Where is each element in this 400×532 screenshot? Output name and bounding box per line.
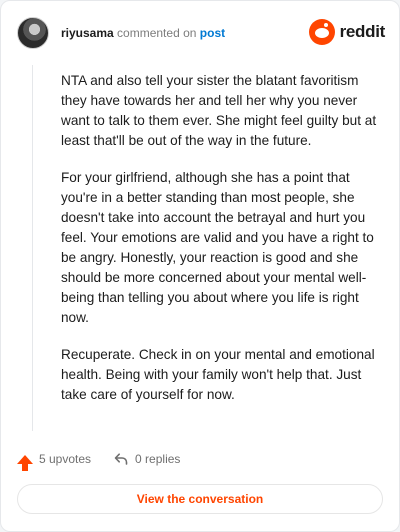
- avatar[interactable]: [17, 17, 49, 49]
- comment-paragraph: For your girlfriend, although she has a …: [61, 170, 374, 325]
- replies-action[interactable]: 0 replies: [113, 451, 180, 467]
- comment-body: NTA and also tell your sister the blatan…: [61, 71, 381, 421]
- reddit-brand[interactable]: reddit: [308, 19, 386, 45]
- reply-arrow-icon: [114, 453, 128, 465]
- upvotes-count: 5 upvotes: [39, 452, 92, 466]
- comment-paragraph: Recuperate. Check in on your mental and …: [61, 347, 375, 402]
- arrow-up-icon: [17, 454, 33, 471]
- thread-line: [32, 65, 33, 431]
- comment-card: riyusama commented on post reddit NTA an…: [0, 0, 400, 532]
- post-link[interactable]: post: [200, 26, 225, 40]
- comment-paragraph: NTA and also tell your sister the blatan…: [61, 73, 377, 148]
- upvotes-action[interactable]: 5 upvotes: [17, 452, 92, 471]
- username[interactable]: riyusama: [61, 26, 114, 40]
- view-conversation-button[interactable]: View the conversation: [17, 484, 383, 514]
- comment-meta: riyusama commented on post: [61, 26, 225, 40]
- brand-name: reddit: [339, 22, 386, 41]
- comment-actions: 5 upvotes 0 replies: [17, 449, 202, 471]
- action-text: commented on: [117, 26, 197, 40]
- replies-count: 0 replies: [135, 452, 181, 466]
- comment-header: riyusama commented on post reddit: [17, 17, 386, 51]
- reddit-logo-icon: [308, 19, 335, 45]
